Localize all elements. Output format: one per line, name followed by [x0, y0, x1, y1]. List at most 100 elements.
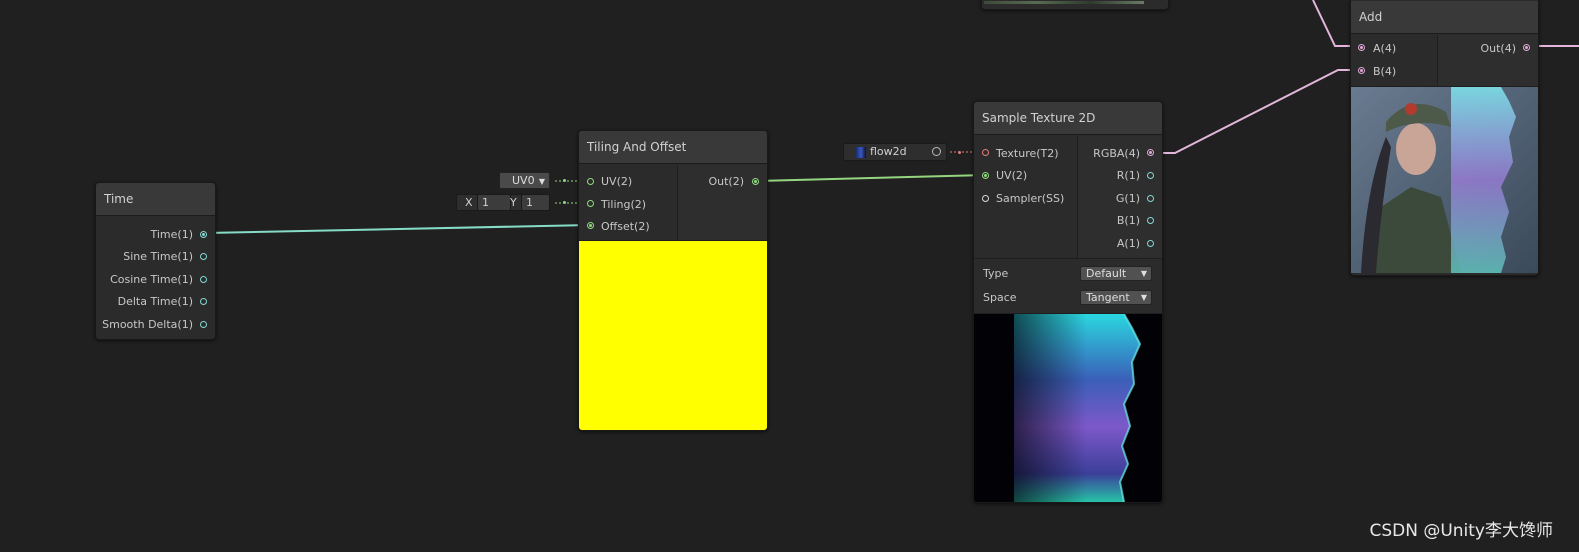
sample-input-texture[interactable]: Texture(T2) [996, 146, 1059, 162]
port-label: R(1) [1116, 169, 1140, 182]
sine-port-icon[interactable] [200, 253, 207, 260]
port-label: Tiling(2) [601, 198, 647, 211]
sample-output-r[interactable]: R(1) [1117, 168, 1140, 184]
tiling-y-input[interactable]: 1 [521, 194, 550, 211]
port-label: Delta Time(1) [117, 295, 193, 308]
cosine-port-icon[interactable] [200, 276, 207, 283]
sample-texture-2d-node[interactable]: Sample Texture 2D Texture(T2) UV(2) Samp… [973, 101, 1163, 503]
settings-divider [974, 258, 1162, 259]
port-label: A(1) [1116, 237, 1140, 250]
connection-wires [205, 0, 1579, 234]
tiling-input-offset[interactable]: Offset(2) [601, 219, 650, 235]
add-preview-art [1351, 87, 1538, 273]
wire-tiling-out-to-sample-uv [756, 174, 987, 182]
space-dropdown[interactable]: Tangent ▼ [1080, 290, 1152, 305]
texture-field-dot [958, 151, 961, 154]
texture-name: flow2d [870, 145, 907, 158]
port-label: Cosine Time(1) [110, 273, 193, 286]
dropdown-arrow-icon: ▼ [1140, 293, 1147, 302]
tiling-node-title: Tiling And Offset [579, 131, 767, 164]
tiling-preview-image [579, 241, 767, 430]
add-output-out[interactable]: Out(4) [1480, 41, 1516, 57]
shader-graph-canvas[interactable]: Time Time(1) Sine Time(1) Cosine Time(1)… [0, 0, 1579, 552]
g-port-icon[interactable] [1147, 195, 1154, 202]
add-input-a[interactable]: A(4) [1373, 41, 1396, 57]
time-output-smooth-delta[interactable]: Smooth Delta(1) [102, 317, 193, 333]
column-divider [1077, 136, 1078, 258]
flow-texture-art [974, 314, 1162, 502]
tiling-input-tiling[interactable]: Tiling(2) [601, 197, 646, 213]
texture-asset-field[interactable]: flow2d [843, 143, 947, 161]
partial-node-top[interactable] [981, 0, 1169, 10]
tiling-x-value: 1 [482, 196, 489, 209]
time-output-cosine[interactable]: Cosine Time(1) [110, 272, 193, 288]
tiling-input-port-icon[interactable] [587, 200, 594, 207]
sample-output-b[interactable]: B(1) [1117, 213, 1140, 229]
time-output-port-icon[interactable] [200, 231, 207, 238]
port-label: UV(2) [996, 169, 1028, 182]
uv-input-port-icon[interactable] [982, 172, 989, 179]
time-output-time[interactable]: Time(1) [150, 227, 193, 243]
port-label: B(1) [1116, 214, 1140, 227]
port-label: Out(2) [708, 175, 744, 188]
time-node-title: Time [96, 183, 215, 216]
dropdown-arrow-icon: ▼ [1140, 269, 1147, 278]
add-node-title: Add [1351, 1, 1538, 34]
b-port-icon[interactable] [1147, 217, 1154, 224]
delta-port-icon[interactable] [200, 298, 207, 305]
sample-output-rgba[interactable]: RGBA(4) [1093, 146, 1140, 162]
uv-input-port-icon[interactable] [587, 178, 594, 185]
object-picker-icon[interactable] [932, 147, 941, 156]
a-port-icon[interactable] [1147, 240, 1154, 247]
smooth-delta-port-icon[interactable] [200, 321, 207, 328]
offset-input-port-icon[interactable] [587, 222, 594, 229]
tiling-output-out[interactable]: Out(2) [708, 174, 744, 190]
texture-thumb-icon [856, 147, 866, 158]
dropdown-arrow-icon: ▼ [538, 177, 545, 186]
add-node[interactable]: Add A(4) B(4) Out(4) [1350, 0, 1539, 276]
column-divider [1437, 35, 1438, 86]
tiling-x-label: X [465, 196, 473, 209]
tiling-and-offset-node[interactable]: Tiling And Offset UV(2) Tiling(2) Offset… [578, 130, 768, 431]
time-output-delta[interactable]: Delta Time(1) [118, 294, 193, 310]
b-input-port-icon[interactable] [1358, 67, 1365, 74]
port-label: Out(4) [1480, 42, 1516, 55]
port-label: A(4) [1373, 42, 1397, 55]
sampler-input-port-icon[interactable] [982, 195, 989, 202]
tiling-field-dot [563, 201, 566, 204]
out-port-icon[interactable] [1523, 44, 1530, 51]
tiling-input-uv[interactable]: UV(2) [601, 174, 632, 190]
sample-input-uv[interactable]: UV(2) [996, 168, 1027, 184]
sample-output-g[interactable]: G(1) [1116, 191, 1140, 207]
space-value: Tangent [1086, 291, 1130, 304]
space-label: Space [983, 291, 1017, 304]
tiling-vector-field: X 1 Y 1 [456, 194, 550, 211]
sample-node-title: Sample Texture 2D [974, 102, 1162, 135]
texture-input-port-icon[interactable] [982, 149, 989, 156]
port-label: RGBA(4) [1093, 147, 1140, 160]
add-input-b[interactable]: B(4) [1373, 64, 1396, 80]
flow-texture-preview [974, 314, 1162, 502]
tiling-x-input[interactable]: 1 [477, 194, 511, 211]
port-label: Sampler(SS) [996, 192, 1065, 205]
out-port-icon[interactable] [752, 178, 759, 185]
port-label: Time(1) [150, 228, 193, 241]
a-input-port-icon[interactable] [1358, 44, 1365, 51]
time-node[interactable]: Time Time(1) Sine Time(1) Cosine Time(1)… [95, 182, 216, 340]
type-dropdown[interactable]: Default ▼ [1080, 266, 1152, 281]
time-output-sine[interactable]: Sine Time(1) [123, 249, 193, 265]
uv-channel-dropdown[interactable]: UV0 ▼ [499, 172, 550, 189]
port-label: Offset(2) [601, 220, 650, 233]
rgba-port-icon[interactable] [1147, 149, 1154, 156]
sample-output-a[interactable]: A(1) [1117, 236, 1140, 252]
sample-input-sampler[interactable]: Sampler(SS) [996, 191, 1064, 207]
tiling-y-label: Y [510, 196, 517, 209]
tiling-y-value: 1 [526, 196, 533, 209]
type-value: Default [1086, 267, 1127, 280]
port-label: Sine Time(1) [123, 250, 193, 263]
uv-channel-value: UV0 [512, 174, 535, 187]
add-result-preview [1351, 87, 1538, 273]
port-label: G(1) [1115, 192, 1140, 205]
r-port-icon[interactable] [1147, 172, 1154, 179]
uv-field-dot [563, 179, 566, 182]
